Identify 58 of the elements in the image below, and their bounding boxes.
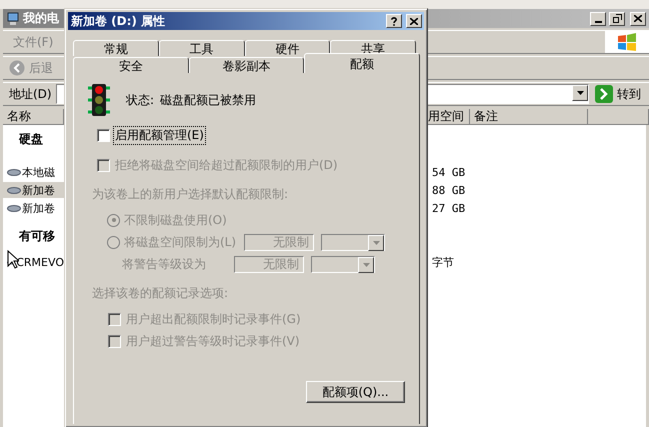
warning-level-label: 将警告等级设为 — [122, 256, 207, 272]
minimize-button[interactable] — [590, 12, 606, 26]
traffic-light-icon — [86, 83, 112, 117]
column-header[interactable]: 用空间 — [428, 109, 470, 125]
column-header[interactable] — [588, 109, 649, 125]
tab[interactable]: 配额 — [304, 53, 420, 73]
checkbox[interactable] — [97, 129, 110, 142]
restore-icon — [612, 14, 622, 23]
section-label: 为该卷上的新用户选择默认配额限制: — [92, 186, 290, 203]
radio-label: 将磁盘空间限制为(L) — [124, 234, 236, 250]
caret-icon — [372, 240, 380, 244]
size-text: 字节 — [431, 254, 455, 270]
window-title: 我的电 — [23, 10, 59, 27]
checkbox-label: 用户超过警告等级时记录事件(V) — [125, 333, 301, 350]
size-text: 27 GB — [431, 202, 466, 214]
unit-dropdown[interactable] — [311, 256, 375, 272]
dialog-title: 新加卷 (D:) 属性 — [71, 12, 166, 30]
help-button[interactable] — [386, 14, 402, 28]
checkbox-label: 启用配额管理(E) — [114, 127, 205, 144]
status-label: 状态: — [126, 92, 154, 106]
radio-label: 不限制磁盘使用(O) — [124, 212, 227, 228]
tab[interactable]: 卷影副本 — [188, 57, 304, 73]
checkbox-label: 拒绝将磁盘空间给超过配额限制的用户(D) — [114, 157, 339, 174]
tab[interactable]: 工具 — [158, 40, 244, 56]
status-value: 磁盘配额已被禁用 — [160, 92, 256, 106]
help-icon — [391, 16, 397, 26]
restore-button[interactable] — [609, 12, 625, 26]
group-label: 有可移 — [18, 228, 56, 244]
close-icon — [410, 18, 418, 24]
close-button[interactable] — [406, 14, 422, 28]
address-label: 地址(D) — [8, 86, 53, 102]
section-label: 选择该卷的配额记录选项: — [92, 285, 230, 302]
group-label: 硬盘 — [18, 130, 44, 148]
checkbox-label: 用户超出配额限制时记录事件(G) — [125, 311, 302, 328]
tab[interactable]: 安全 — [73, 57, 189, 73]
size-text: 88 GB — [431, 184, 466, 196]
arrow-right-icon — [595, 85, 613, 103]
tab[interactable]: 硬件 — [244, 40, 330, 56]
drive-item[interactable]: 新加卷 — [3, 200, 64, 216]
size-text: 54 GB — [431, 166, 466, 178]
drive-icon — [7, 168, 21, 176]
minimize-icon — [594, 20, 602, 22]
close-button[interactable] — [630, 12, 646, 26]
drive-item[interactable]: 新加卷 — [3, 182, 64, 198]
computer-icon — [6, 12, 20, 26]
caret-icon — [576, 91, 584, 95]
drive-icon — [7, 204, 21, 212]
column-header[interactable]: 名称 — [3, 109, 64, 125]
go-button[interactable]: 转到 — [589, 85, 649, 103]
column-header[interactable]: 备注 — [470, 109, 588, 125]
drive-icon — [7, 186, 21, 194]
drive-item[interactable]: 本地磁 — [3, 164, 64, 180]
quota-entries-button[interactable]: 配额项(Q)... — [306, 381, 405, 403]
unit-dropdown[interactable] — [321, 234, 386, 250]
flag-logo-icon — [617, 33, 637, 51]
close-icon — [634, 15, 642, 22]
caret-icon — [362, 262, 370, 266]
tab[interactable]: 常规 — [73, 40, 159, 56]
